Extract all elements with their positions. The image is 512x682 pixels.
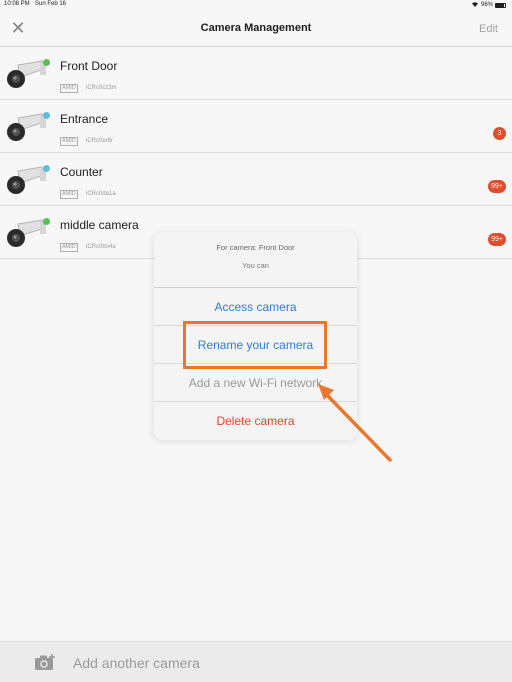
action-sheet-title: For camera: Front Door	[216, 243, 295, 252]
action-sheet-subtitle: You can	[242, 261, 269, 270]
highlight-box	[183, 321, 327, 369]
add-camera-bar[interactable]: Add another camera	[0, 641, 512, 682]
add-camera-icon	[34, 654, 56, 671]
add-camera-label: Add another camera	[73, 655, 200, 671]
action-sheet-header: For camera: Front Door You can	[154, 232, 357, 288]
annotation-arrow-icon	[318, 384, 392, 462]
